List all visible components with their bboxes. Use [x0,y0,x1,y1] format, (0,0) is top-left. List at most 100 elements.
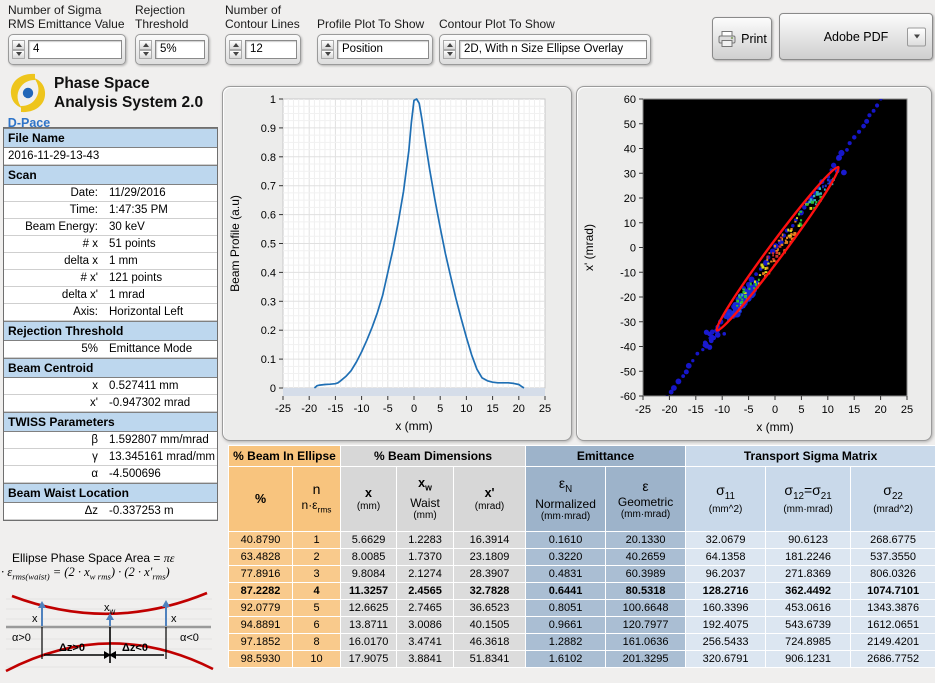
table-cell: 3 [293,566,341,583]
info-label: Beam Energy: [4,219,105,235]
svg-text:40: 40 [624,144,636,156]
table-cell: 543.6739 [766,617,851,634]
spin-up-icon[interactable] [443,40,456,50]
svg-text:0: 0 [630,243,636,255]
spinner-arrows[interactable] [229,40,242,59]
contour-plot-spinner[interactable]: 2D, With n Size Ellipse Overlay [439,34,651,65]
table-cell: 0.6441 [526,583,606,600]
svg-text:-5: -5 [744,404,754,416]
spin-down-icon[interactable] [443,50,456,60]
x-left-label: x [32,613,38,625]
svg-text:x' (mrad): x' (mrad) [582,224,596,271]
spinner-arrows[interactable] [12,40,25,59]
info-label: delta x [4,253,105,269]
table-cell: 3.4741 [397,634,454,651]
spin-up-icon[interactable] [321,40,334,50]
contour-lines-value[interactable]: 12 [245,40,297,59]
spinner-arrows[interactable] [139,40,152,59]
profile-plot-value[interactable]: Position [337,40,429,59]
spin-down-icon[interactable] [139,50,152,60]
table-cell: 77.8916 [229,566,293,583]
phase-space-contour-plot-panel: -60-50-40-30-20-100102030405060-25-20-15… [576,86,932,441]
svg-text:-10: -10 [354,403,370,415]
table-cell: 2149.4201 [851,634,935,651]
info-label: delta x' [4,287,105,303]
table-cell: 5 [293,600,341,617]
svg-text:1: 1 [270,94,276,106]
table-cell: 23.1809 [454,549,526,566]
sigma-spinner[interactable]: 4 [8,34,126,65]
table-cell: 362.4492 [766,583,851,600]
contour-lines-spinner[interactable]: 12 [225,34,301,65]
file-name-value: 2016-11-29-13-43 [4,148,217,165]
table-row: 63.482828.00851.737023.18090.322040.2659… [229,549,935,566]
table-cell: 20.1330 [606,532,686,549]
adobe-pdf-button[interactable]: Adobe PDF [779,13,933,60]
print-button[interactable]: Print [712,17,772,60]
info-value: 51 points [105,236,217,252]
spin-down-icon[interactable] [229,50,242,60]
sigma-control: Number of SigmaRMS Emittance Value 4 [8,3,126,65]
x-right-label: x [171,613,177,625]
column-header: x(mm) [341,467,397,532]
svg-text:0.7: 0.7 [261,181,276,193]
alpha-negative-label: α<0 [180,632,199,644]
spin-up-icon[interactable] [139,40,152,50]
spin-up-icon[interactable] [12,40,25,50]
rejection-spinner[interactable]: 5% [135,34,209,65]
sigma-value[interactable]: 4 [28,40,122,59]
table-cell: 8 [293,634,341,651]
table-cell: 36.6523 [454,600,526,617]
info-label: Axis: [4,304,105,320]
group-header: Transport Sigma Matrix [686,446,935,467]
table-cell: 92.0779 [229,600,293,617]
svg-text:-60: -60 [620,391,636,403]
beam-profile-plot-panel: 00.10.20.30.40.50.60.70.80.91-25-20-15-1… [222,86,572,441]
info-value: -4.500696 [105,466,217,482]
contour-plot-value[interactable]: 2D, With n Size Ellipse Overlay [459,40,647,59]
svg-text:Beam Profile (a.u): Beam Profile (a.u) [228,195,242,292]
spinner-arrows[interactable] [443,40,456,59]
svg-text:20: 20 [874,404,886,416]
info-value: 11/29/2016 [105,185,217,201]
column-header: σ22(mrad^2) [851,467,935,532]
svg-text:25: 25 [539,403,551,415]
info-row: delta x1 mm [4,253,217,270]
info-row: Date:11/29/2016 [4,185,217,202]
section-header: File Name [4,128,217,148]
profile-plot-spinner[interactable]: Position [317,34,433,65]
table-cell: 40.2659 [606,549,686,566]
profile-plot-control: Profile Plot To Show Position [317,3,433,65]
table-cell: 94.8891 [229,617,293,634]
table-cell: 16.3914 [454,532,526,549]
table-cell: 9.8084 [341,566,397,583]
info-value: 1 mrad [105,287,217,303]
rejection-value[interactable]: 5% [155,40,205,59]
table-row: 87.2282411.32572.456532.78280.644180.531… [229,583,935,600]
adobe-pdf-dropdown[interactable] [907,27,926,46]
table-cell: 181.2246 [766,549,851,566]
spin-down-icon[interactable] [12,50,25,60]
dz-positive-label: Δz>0 [59,642,85,654]
spinner-arrows[interactable] [321,40,334,59]
svg-text:-25: -25 [635,404,651,416]
svg-text:x (mm): x (mm) [395,419,432,433]
beam-profile-plot: 00.10.20.30.40.50.60.70.80.91-25-20-15-1… [223,87,569,438]
table-cell: 4 [293,583,341,600]
svg-text:15: 15 [848,404,860,416]
dpace-logo-icon [6,72,50,114]
dz-negative-label: Δz<0 [122,642,148,654]
table-cell: 271.8369 [766,566,851,583]
info-label: Date: [4,185,105,201]
group-header: % Beam In Ellipse [229,446,341,467]
column-header: εGeometric(mm·mrad) [606,467,686,532]
info-value: 1 mm [105,253,217,269]
printer-icon [717,30,737,48]
table-cell: 32.0679 [686,532,766,549]
table-cell: 120.7977 [606,617,686,634]
spin-down-icon[interactable] [321,50,334,60]
table-cell: 268.6775 [851,532,935,549]
table-row: 97.1852816.01703.474146.36181.2882161.06… [229,634,935,651]
svg-text:20: 20 [624,193,636,205]
spin-up-icon[interactable] [229,40,242,50]
